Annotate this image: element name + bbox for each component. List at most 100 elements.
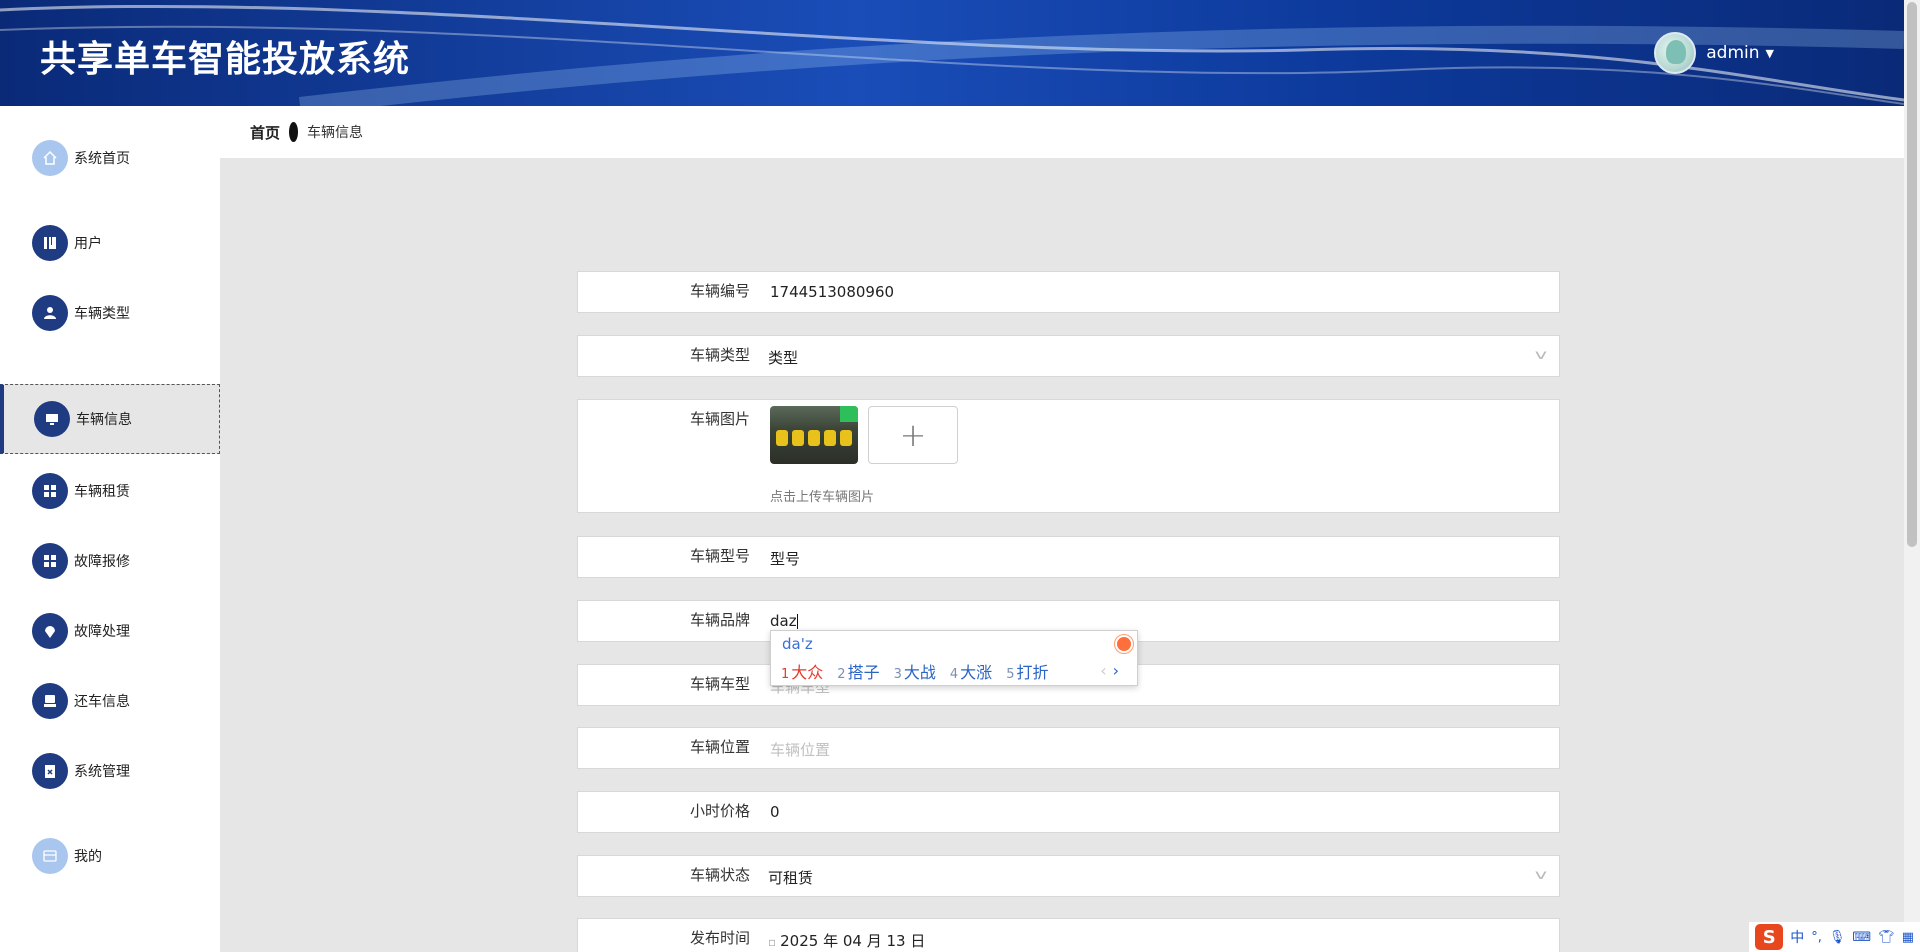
- vehicle-brand-input[interactable]: daz: [770, 612, 798, 630]
- header-banner: 共享单车智能投放系统 admin ▼: [0, 0, 1904, 106]
- candidate-text: 大众: [791, 663, 824, 682]
- ime-mode[interactable]: 中: [1790, 927, 1804, 947]
- vehicle-no-label: 车辆编号: [689, 282, 750, 300]
- monitor-icon: [34, 401, 70, 437]
- ime-candidate[interactable]: 4 大涨: [950, 659, 992, 683]
- book-icon: [32, 225, 68, 261]
- breadcrumb-home[interactable]: 首页: [250, 122, 280, 143]
- vehicle-type-row: 车辆类型 类型 v: [577, 335, 1560, 377]
- candidate-number: 5: [1006, 667, 1015, 682]
- plus-icon: +: [899, 416, 927, 454]
- avatar[interactable]: [1654, 32, 1697, 74]
- sidebar-item-label: 我的: [74, 849, 102, 865]
- publish-time-value: 2025 年 04 月 13 日: [780, 932, 926, 950]
- candidate-text: 大涨: [960, 663, 993, 682]
- grid-menu-icon[interactable]: ▦: [1902, 930, 1914, 945]
- sidebar-item-fault-report[interactable]: 故障报修: [0, 526, 220, 596]
- vehicle-model-input[interactable]: 型号: [770, 548, 800, 569]
- text-cursor: [796, 614, 798, 629]
- hourly-price-input[interactable]: 0: [770, 803, 780, 821]
- page-scrollbar[interactable]: [1904, 0, 1920, 952]
- grid-icon: [32, 543, 68, 579]
- hourly-price-label: 小时价格: [689, 802, 750, 820]
- ime-candidate[interactable]: 1 大众: [781, 659, 823, 683]
- chevron-down-icon[interactable]: v: [1535, 348, 1547, 363]
- username[interactable]: admin: [1706, 43, 1759, 63]
- vehicle-location-input[interactable]: 车辆位置: [770, 739, 830, 760]
- ime-pager: ‹ ›: [1100, 661, 1119, 680]
- publish-time-input[interactable]: ▫ 2025 年 04 月 13 日: [768, 930, 925, 951]
- scrollbar-thumb[interactable]: [1907, 2, 1917, 547]
- sidebar-item-vehicle-type[interactable]: 车辆类型: [0, 278, 220, 348]
- printer-icon: [32, 683, 68, 719]
- clipboard-icon: [32, 753, 68, 789]
- home-icon: [32, 140, 68, 176]
- upload-image-button[interactable]: +: [868, 406, 958, 464]
- sidebar-item-label: 还车信息: [74, 694, 130, 710]
- hourly-price-row: 小时价格 0: [577, 791, 1560, 833]
- ime-composition: da'z: [782, 635, 813, 653]
- calendar-icon: ▫: [768, 935, 777, 949]
- vehicle-type-label: 车辆类型: [689, 346, 750, 364]
- publish-time-label: 发布时间: [689, 929, 750, 947]
- sidebar-item-vehicle-rental[interactable]: 车辆租赁: [0, 456, 220, 526]
- breadcrumb: 首页 车辆信息: [220, 106, 1904, 158]
- keyboard-icon[interactable]: ⌨: [1852, 930, 1871, 945]
- breadcrumb-current: 车辆信息: [307, 125, 364, 141]
- shirt-icon[interactable]: 👕︎: [1878, 930, 1895, 945]
- sidebar-item-users[interactable]: 用户: [0, 208, 220, 278]
- grid-icon: [32, 473, 68, 509]
- vehicle-image-thumbnail[interactable]: [770, 406, 858, 464]
- sidebar-item-system-management[interactable]: 系统管理: [0, 736, 220, 806]
- sidebar-item-label: 用户: [74, 236, 102, 252]
- microphone-icon[interactable]: 🎙︎: [1829, 930, 1846, 945]
- ime-candidate[interactable]: 5 打折: [1006, 659, 1048, 683]
- vehicle-model-row: 车辆型号 型号: [577, 536, 1560, 578]
- ime-prev-page-icon[interactable]: ‹: [1100, 661, 1106, 680]
- candidate-text: 打折: [1016, 663, 1049, 682]
- person-icon: [32, 295, 68, 331]
- vehicle-status-select[interactable]: 可租赁: [768, 867, 813, 888]
- sogou-logo-icon[interactable]: S: [1755, 924, 1784, 950]
- vehicle-no-row: 车辆编号 1744513080960: [577, 271, 1560, 313]
- candidate-number: 4: [949, 667, 959, 682]
- candidate-number: 3: [893, 667, 902, 682]
- ime-next-page-icon[interactable]: ›: [1113, 661, 1119, 680]
- ime-candidate[interactable]: 2 搭子: [837, 659, 879, 683]
- vehicle-brand-text: daz: [770, 612, 797, 630]
- sidebar: 系统首页 用户 车辆类型 车辆信息 车辆租赁 故障报修 故障处理 还车信息 系统…: [0, 106, 220, 952]
- vehicle-location-label: 车辆位置: [689, 738, 750, 756]
- ime-candidate-popup: da'z 1 大众 2 搭子 3 大战 4 大涨 5 打折 ‹ ›: [770, 630, 1138, 686]
- chevron-down-icon[interactable]: v: [1535, 868, 1547, 883]
- sidebar-item-fault-handling[interactable]: 故障处理: [0, 596, 220, 666]
- candidate-text: 大战: [903, 663, 936, 682]
- user-menu[interactable]: admin ▼: [1654, 32, 1774, 74]
- caret-down-icon[interactable]: ▼: [1766, 47, 1774, 60]
- sidebar-item-vehicle-info[interactable]: 车辆信息: [0, 384, 220, 454]
- sidebar-item-home[interactable]: 系统首页: [0, 123, 220, 193]
- vehicle-image-label: 车辆图片: [689, 410, 750, 428]
- sidebar-item-label: 故障处理: [74, 624, 130, 640]
- candidate-number: 1: [781, 667, 790, 682]
- card-icon: [32, 838, 68, 874]
- vehicle-no-input[interactable]: 1744513080960: [770, 283, 894, 301]
- vehicle-type-select[interactable]: 类型: [768, 347, 798, 368]
- sidebar-item-mine[interactable]: 我的: [0, 821, 220, 891]
- vehicle-location-row: 车辆位置 车辆位置: [577, 727, 1560, 769]
- sidebar-item-label: 系统管理: [74, 764, 130, 780]
- punctuation-icon[interactable]: °,: [1811, 930, 1822, 945]
- ime-skin-icon[interactable]: [1115, 635, 1133, 653]
- vehicle-kind-label: 车辆车型: [689, 675, 750, 693]
- sidebar-item-label: 车辆租赁: [74, 484, 130, 500]
- upload-hint: 点击上传车辆图片: [770, 490, 875, 505]
- ime-candidate[interactable]: 3 大战: [894, 659, 936, 683]
- candidate-number: 2: [837, 667, 846, 682]
- sidebar-item-label: 故障报修: [74, 554, 130, 570]
- location-icon: [32, 613, 68, 649]
- ime-status-bar: S 中 °, 🎙︎ ⌨ 👕︎ ▦: [1749, 922, 1920, 952]
- vehicle-status-row: 车辆状态 可租赁 v: [577, 855, 1560, 897]
- sidebar-item-label: 车辆类型: [74, 306, 130, 322]
- sidebar-item-return-info[interactable]: 还车信息: [0, 666, 220, 736]
- vehicle-model-label: 车辆型号: [689, 547, 750, 565]
- vehicle-status-label: 车辆状态: [689, 866, 750, 884]
